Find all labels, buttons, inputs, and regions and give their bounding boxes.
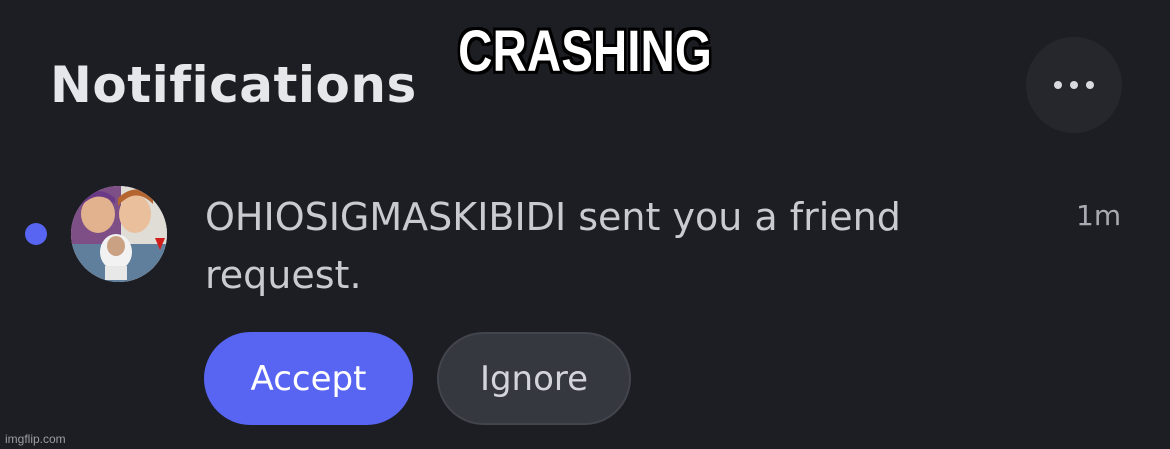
notifications-screen: Notifications CRASHING OHIOSIGMASKIBIDI …: [0, 0, 1170, 449]
notification-message: OHIOSIGMASKIBIDI sent you a friend reque…: [205, 195, 901, 297]
avatar[interactable]: [71, 186, 167, 282]
ignore-button[interactable]: Ignore: [437, 332, 631, 425]
watermark: imgflip.com: [5, 432, 66, 446]
unread-indicator-icon: [25, 223, 47, 245]
meme-caption: CRASHING: [458, 19, 712, 84]
accept-button[interactable]: Accept: [204, 332, 413, 425]
ellipsis-horizontal-icon: [1054, 81, 1062, 89]
more-options-button[interactable]: [1026, 37, 1122, 133]
ellipsis-dot: [1086, 81, 1094, 89]
user-avatar-photo: [71, 186, 167, 282]
ellipsis-dot: [1070, 81, 1078, 89]
notification-timestamp: 1m: [1076, 199, 1122, 232]
page-title: Notifications: [50, 56, 417, 114]
